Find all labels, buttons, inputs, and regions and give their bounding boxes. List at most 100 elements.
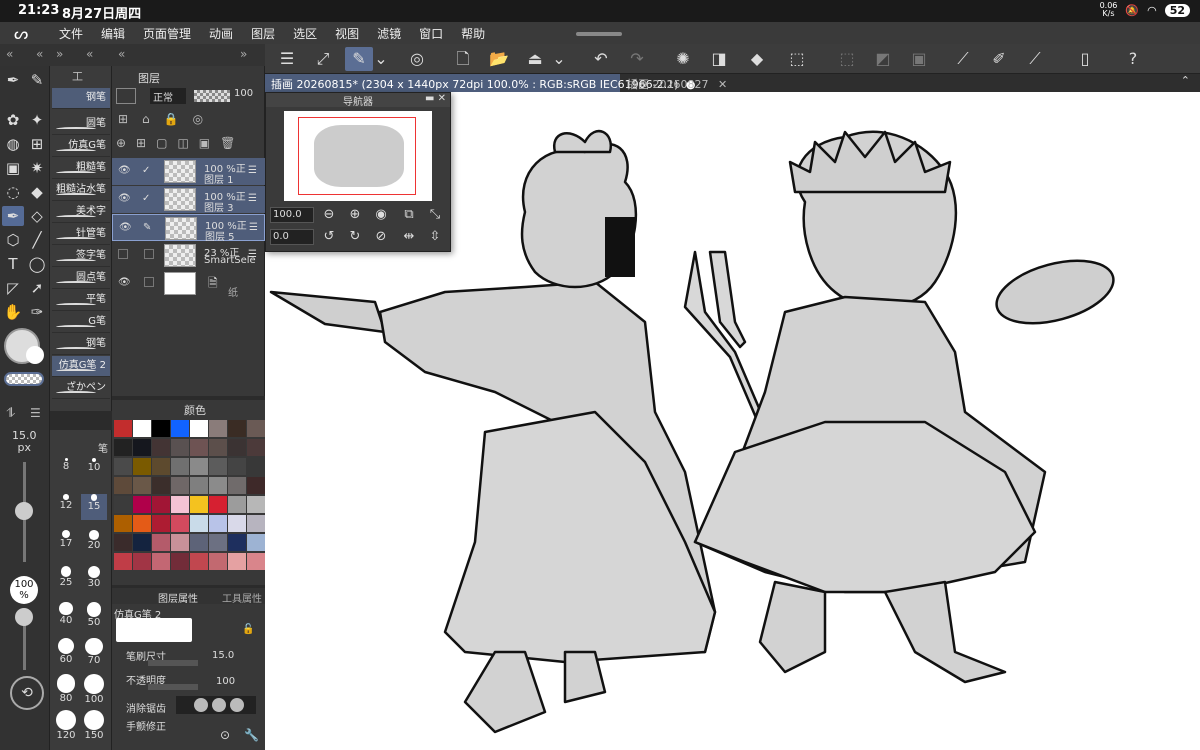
opacity-value[interactable]: 100 [216,676,235,687]
color-swatch[interactable] [190,477,208,494]
tool-line-icon[interactable]: ╱ [26,230,48,250]
brush-item[interactable]: 针管笔 [52,224,110,245]
brush-size-preset[interactable]: 40 [53,602,79,628]
layer-color-icon[interactable] [116,88,136,104]
collapse-left-icon[interactable]: « [6,47,13,61]
antialias-option[interactable] [194,698,208,712]
layer-row[interactable]: 👁 ✓ 100 %正 图层 3 ☰ [112,186,265,214]
color-swatch[interactable] [171,553,189,570]
color-swatch[interactable] [152,553,170,570]
tool-fill-icon[interactable]: ◆ [26,182,48,202]
brush-item[interactable]: 粗糙笔 [52,158,110,179]
fit-icon[interactable]: ⧉ [400,206,418,224]
color-swatch[interactable] [228,439,246,456]
color-swatch[interactable] [133,515,151,532]
brush-size-preset[interactable]: 25 [53,566,79,592]
zoom-field[interactable]: 100.0 [270,207,314,223]
color-swatch[interactable] [247,553,265,570]
color-swatch[interactable] [247,439,265,456]
clip-studio-logo-icon[interactable]: ᔕ [14,24,34,43]
color-swatch[interactable] [171,477,189,494]
collapse-icon-2[interactable]: « [86,47,93,61]
undo-icon[interactable]: ↶ [587,47,615,71]
brush-size-preset[interactable]: 70 [81,638,107,666]
color-swatch[interactable] [209,477,227,494]
color-swatch[interactable] [114,496,132,513]
brush-size-preset[interactable]: 17 [53,530,79,556]
tool-hand-icon[interactable]: ✋ [2,302,24,322]
tool-3d-icon[interactable]: ⬡ [2,230,24,250]
perspective-ruler-icon[interactable]: ⟋ [1021,47,1049,71]
brush-size-preset[interactable]: 20 [81,530,107,556]
navigator-preview[interactable] [284,111,432,201]
clear-layer-icon[interactable]: ◨ [705,47,733,71]
color-swatch[interactable] [247,458,265,475]
tool-pen-icon[interactable]: ✒ [2,70,24,90]
color-swatch[interactable] [228,553,246,570]
loading-icon[interactable]: ✺ [669,47,697,71]
brush-item[interactable]: ざかペン [52,378,110,399]
tab-overflow-icon[interactable]: ⌃ [1181,74,1190,87]
help-icon[interactable]: ? [1119,47,1147,71]
brush-size-preset[interactable]: 80 [53,674,79,704]
tool-sparkle-icon[interactable]: ✦ [26,110,48,130]
brush-item[interactable]: 仿真G笔 2 [52,356,110,377]
deselect-icon[interactable]: ⬚ [833,47,861,71]
edit-checkbox[interactable] [144,277,154,287]
tool-blend-icon[interactable]: ◍ [2,134,24,154]
menu-layer[interactable]: 图层 [242,25,284,42]
color-swatch[interactable] [133,534,151,551]
color-swatch[interactable] [228,496,246,513]
brush-size-preset[interactable]: 12 [53,494,79,520]
drag-handle-icon[interactable]: ☰ [248,193,257,204]
transparent-color-toggle[interactable] [4,372,44,386]
color-swatch[interactable] [171,420,189,437]
actual-size-icon[interactable]: ◉ [372,206,390,224]
layer-row[interactable]: 👁 ✓ 100 %正 图层 1 ☰ [112,158,265,186]
color-swatch[interactable] [209,458,227,475]
brush-item[interactable]: 仿真G笔 [52,136,110,157]
navigator-close-icon[interactable]: ▬ ✕ [425,93,446,104]
size-slider[interactable] [148,660,198,666]
color-swatch[interactable] [247,515,265,532]
menu-edit[interactable]: 编辑 [92,25,134,42]
layer-action-icons[interactable]: ⊕⊞▢◫▣🗑 [116,136,245,150]
color-swatch[interactable] [152,515,170,532]
brush-size-preset[interactable]: 150 [81,710,107,741]
blend-mode-select[interactable]: 正常 [150,88,186,104]
brush-size-preset[interactable]: 8 [53,458,79,484]
edge-keyboard-icon[interactable]: ⟲ [10,676,44,710]
tool-gradient-icon[interactable]: ▣ [2,158,24,178]
visibility-eye-icon[interactable]: 👁 [119,222,132,233]
clip-studio-icon[interactable]: ◎ [403,47,431,71]
brush-size-preset[interactable]: 100 [81,674,107,705]
color-swatch[interactable] [152,477,170,494]
invert-selection-icon[interactable]: ◩ [869,47,897,71]
color-swatch[interactable] [152,496,170,513]
color-swatch[interactable] [209,515,227,532]
color-swatch[interactable] [228,515,246,532]
new-file-icon[interactable]: 🗋 [449,47,477,71]
tab-document-2[interactable]: 插画 20260827 ✕ [621,74,733,92]
color-swatch[interactable] [190,553,208,570]
drag-handle-icon[interactable]: ☰ [248,165,257,176]
color-swatch[interactable] [247,420,265,437]
tool-eyedropper-icon[interactable]: ✑ [26,302,48,322]
menu-animation[interactable]: 动画 [200,25,242,42]
color-swatch[interactable] [114,439,132,456]
color-swatch[interactable] [114,534,132,551]
wrench-icon[interactable]: 🔧 [244,728,259,742]
zoom-out-icon[interactable]: ⊖ [320,206,338,224]
brush-size-preset[interactable]: 60 [53,638,79,665]
smartphone-icon[interactable]: ▯ [1071,47,1099,71]
sub-color-swatch[interactable] [26,346,44,364]
rotate-left-icon[interactable]: ↺ [320,228,338,246]
color-swatch[interactable] [152,534,170,551]
color-swatch[interactable] [152,458,170,475]
pen-icon[interactable]: ✎ [143,222,151,233]
expand-icon[interactable]: » [56,47,63,61]
color-swatch[interactable] [171,496,189,513]
color-swatch[interactable] [133,458,151,475]
menu-filter[interactable]: 滤镜 [368,25,410,42]
antialias-selector[interactable] [176,696,256,714]
